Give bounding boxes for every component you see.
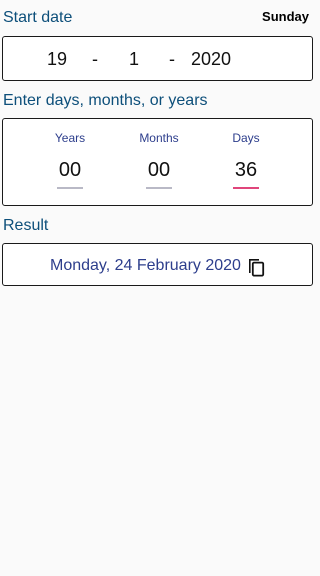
years-column: Years 00 <box>30 119 110 207</box>
days-input[interactable]: 36 <box>233 159 259 184</box>
day-field[interactable]: 19 <box>43 49 71 70</box>
result-box: Monday, 24 February 2020 <box>2 243 313 286</box>
copy-icon[interactable] <box>246 255 266 277</box>
months-input[interactable]: 00 <box>146 159 172 184</box>
start-weekday: Sunday <box>262 9 309 24</box>
date-separator: - <box>92 49 98 69</box>
result-label: Result <box>3 217 49 234</box>
days-label: Days <box>232 131 260 145</box>
duration-label: Enter days, months, or years <box>3 92 208 109</box>
duration-inputs: Years 00 Months 00 Days 36 <box>2 118 313 206</box>
days-column: Days 36 <box>206 119 286 207</box>
month-field[interactable]: 1 <box>124 49 144 70</box>
date-separator: - <box>169 49 175 69</box>
years-underline <box>57 187 83 189</box>
years-input[interactable]: 00 <box>57 159 83 184</box>
months-column: Months 00 <box>119 119 199 207</box>
date-calculator-screen: Start date Sunday 19 - 1 - 2020 Enter da… <box>0 0 320 576</box>
months-underline <box>146 187 172 189</box>
months-label: Months <box>139 131 179 145</box>
start-date-label: Start date <box>3 9 73 26</box>
years-label: Years <box>54 131 86 145</box>
result-value: Monday, 24 February 2020 <box>50 257 241 274</box>
days-underline <box>233 187 259 189</box>
start-date-picker[interactable]: 19 - 1 - 2020 <box>2 36 313 81</box>
year-field[interactable]: 2020 <box>188 49 234 70</box>
